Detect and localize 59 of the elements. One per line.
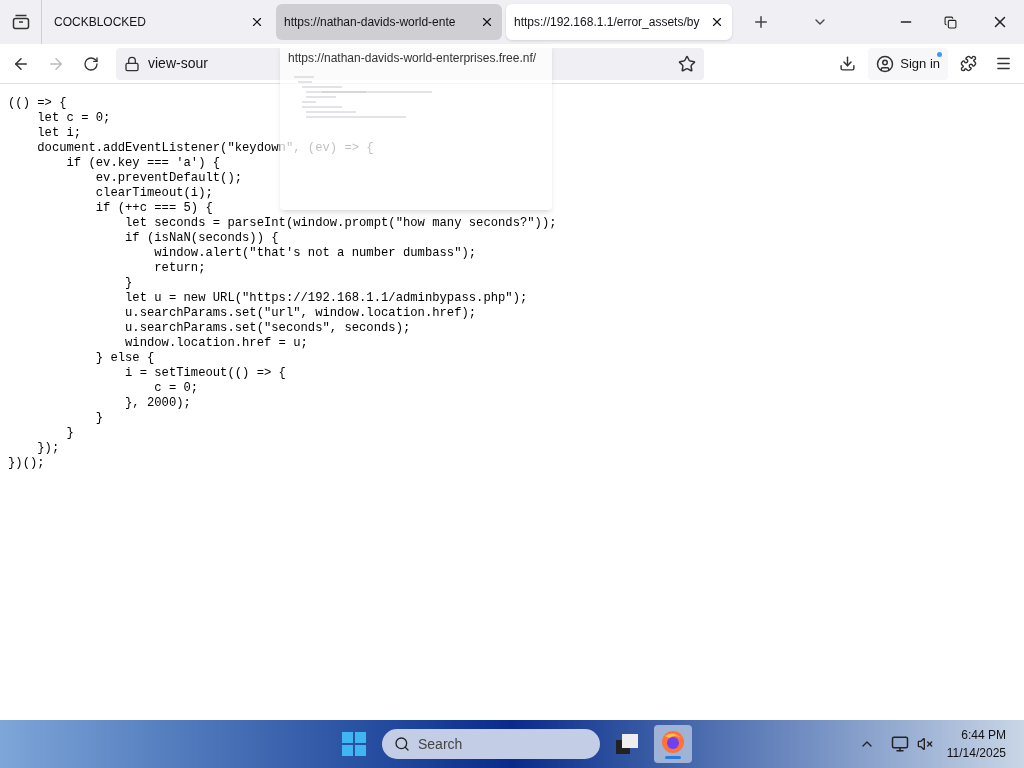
- network-icon[interactable]: [890, 735, 909, 753]
- code-line: });: [36, 441, 60, 455]
- code-line: let seconds = parseInt(window.prompt("how many seconds?"));: [124, 216, 557, 230]
- code-line: let c = 0;: [36, 111, 111, 125]
- preview-title: https://nathan-davids-world-enterprises.free.nf/: [287, 50, 538, 67]
- firefox-taskbar-button[interactable]: [654, 725, 692, 763]
- code-line: u.searchParams.set("url", window.location.href);: [124, 306, 477, 320]
- code-line: let i;: [36, 126, 82, 140]
- code-line: ev.preventDefault();: [94, 171, 243, 185]
- menu-icon[interactable]: [995, 55, 1012, 72]
- firefox-icon: [661, 729, 685, 754]
- address-text: view-sour: [148, 54, 208, 73]
- code-line: if (ev.key === 'a') {: [65, 156, 221, 170]
- code-line: c = 0;: [153, 381, 199, 395]
- code-line: }: [124, 276, 133, 290]
- tab-title: https://192.168.1.1/error_assets/by: [514, 14, 701, 31]
- search-icon: [394, 736, 410, 752]
- code-line: u.searchParams.set("seconds", seconds);: [124, 321, 411, 335]
- download-icon[interactable]: [839, 55, 857, 72]
- reload-icon[interactable]: [83, 55, 99, 72]
- new-tab-icon[interactable]: [752, 13, 770, 31]
- extensions-icon[interactable]: [960, 55, 977, 72]
- close-icon[interactable]: [710, 15, 724, 29]
- code-line: if (isNaN(seconds)) {: [124, 231, 279, 245]
- volume-muted-icon[interactable]: [916, 736, 933, 752]
- code-line: if (++c === 5) {: [94, 201, 213, 215]
- code-line: window.location.href = u;: [124, 336, 308, 350]
- close-icon[interactable]: [480, 15, 494, 29]
- taskbar-search-field[interactable]: Search: [382, 729, 600, 759]
- windows-start-icon[interactable]: [342, 732, 366, 756]
- code-line: window.alert("that's not a number dumbass");: [153, 246, 477, 260]
- tab-tray-icon[interactable]: [11, 14, 30, 30]
- account-icon: [876, 54, 895, 73]
- code-line: }, 2000);: [124, 396, 191, 410]
- time-text: 6:44 PM: [961, 727, 1006, 744]
- task-view-icon[interactable]: [616, 734, 638, 754]
- browser-tab[interactable]: https://nathan-davids-world-ente: [276, 4, 502, 40]
- code-line: document.addEventListener("keydown", (ev) => {: [36, 141, 374, 155]
- code-line: } else {: [94, 351, 155, 365]
- code-line: i = setTimeout(() => {: [124, 366, 286, 380]
- sign-in-button[interactable]: Sign in: [868, 47, 948, 80]
- browser-tab[interactable]: COCKBLOCKED: [46, 4, 272, 40]
- active-indicator: [665, 755, 681, 759]
- code-line: return;: [153, 261, 206, 275]
- code-line: let u = new URL("https://192.168.1.1/adminbypass.php");: [124, 291, 528, 305]
- bookmark-star-icon[interactable]: [678, 54, 696, 73]
- code-line: clearTimeout(i);: [94, 186, 213, 200]
- clock[interactable]: 6:44 PM 11/14/2025: [946, 726, 1006, 762]
- browser-tab[interactable]: https://192.168.1.1/error_assets/by: [506, 4, 732, 40]
- code-line: })();: [8, 456, 45, 470]
- lock-icon: [124, 55, 140, 72]
- code-line: }: [65, 426, 74, 440]
- close-icon[interactable]: [250, 15, 264, 29]
- tab-title: https://nathan-davids-world-ente: [284, 14, 457, 31]
- code-line: }: [94, 411, 104, 425]
- tab-title: COCKBLOCKED: [54, 14, 148, 31]
- restore-icon[interactable]: [944, 15, 957, 29]
- code-line: (() => {: [8, 96, 67, 110]
- date-text: 11/14/2025: [946, 745, 1006, 762]
